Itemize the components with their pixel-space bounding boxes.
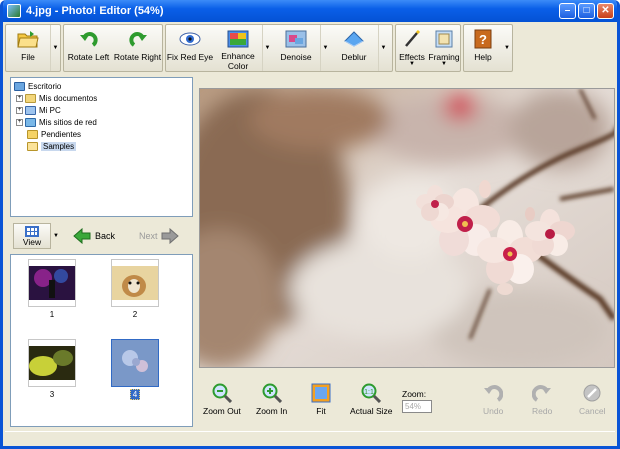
framing-icon [432,28,456,50]
cancel-button[interactable]: Cancel [579,383,605,416]
rotate-right-button[interactable]: Rotate Right [113,25,162,71]
framing-dropdown-arrow[interactable]: ▼ [441,59,447,69]
computer-icon [25,105,36,115]
framing-button[interactable]: Framing ▼ [428,25,460,71]
actual-size-icon: 1:1 [361,383,382,403]
minimize-button[interactable]: – [559,3,576,19]
close-button[interactable]: ✕ [597,3,614,19]
back-button[interactable]: Back [73,228,115,244]
deblur-button[interactable]: Deblur [330,25,378,71]
folder-open-icon [27,141,38,151]
network-icon [25,117,36,127]
svg-text:1:1: 1:1 [364,389,374,396]
thumbnail-3[interactable] [28,339,76,387]
undo-icon [483,383,504,403]
folder-tree[interactable]: Escritorio + Mis documentos + Mi PC + Mi… [10,77,193,217]
documents-folder-icon [25,93,36,103]
thumbnail-label-selected: 4 [111,389,159,400]
help-book-icon: ? [471,28,495,50]
view-dropdown-arrow[interactable]: ▼ [53,233,59,239]
file-dropdown-arrow[interactable]: ▼ [50,25,60,71]
deblur-icon [342,28,366,50]
zoom-control: Zoom: 54% [402,389,432,413]
thumbnail-panel[interactable]: 1 2 3 4 [10,254,193,427]
maximize-button[interactable]: □ [578,3,595,19]
thumbnail-image [29,346,75,380]
folder-open-icon [16,28,40,50]
tree-item-escritorio[interactable]: Escritorio [11,80,192,92]
expand-icon[interactable]: + [16,94,23,102]
navigation-bar: View ▼ Back Next [10,222,193,250]
enhance-dropdown-arrow[interactable]: ▼ [262,25,272,71]
app-icon [7,4,21,18]
fit-icon [311,383,331,403]
title-bar[interactable]: 4.jpg - Photo! Editor (54%) – □ ✕ [3,0,617,22]
view-grid-icon [25,225,39,237]
thumbnail-label: 3 [49,390,55,399]
desktop-icon [14,81,25,91]
eye-icon [178,28,202,50]
magic-wand-icon [400,28,424,50]
thumbnail-image [112,340,158,386]
zoom-input[interactable]: 54% [402,400,432,413]
thumbnail-label: 2 [132,310,138,319]
image-viewer[interactable] [199,88,615,368]
zoom-in-icon [262,383,282,403]
thumbnail-label: 1 [49,310,55,319]
next-arrow-icon [161,228,180,244]
effects-dropdown-arrow[interactable]: ▼ [409,59,415,69]
help-button[interactable]: ? Help [464,25,502,71]
app-window: 4.jpg - Photo! Editor (54%) – □ ✕ File ▼… [0,0,620,449]
next-button[interactable]: Next [139,228,180,244]
redo-button[interactable]: Redo [532,383,552,416]
main-photo [200,89,614,367]
denoise-dropdown-arrow[interactable]: ▼ [320,25,330,71]
back-arrow-icon [73,228,91,244]
help-dropdown-arrow[interactable]: ▼ [502,25,512,71]
thumbnail-image [29,266,75,300]
tree-item-mi-pc[interactable]: + Mi PC [11,104,192,116]
thumbnail-image [112,266,158,300]
zoom-in-button[interactable]: Zoom In [256,383,287,416]
fit-button[interactable]: Fit [311,383,331,416]
rotate-right-icon [126,28,150,50]
effects-button[interactable]: Effects ▼ [396,25,428,71]
fix-red-eye-button[interactable]: Fix Red Eye [166,25,214,71]
status-bar [5,431,615,445]
expand-icon[interactable]: + [16,106,23,114]
folder-icon [27,129,38,139]
denoise-button[interactable]: Denoise [272,25,320,71]
denoise-icon [284,28,308,50]
actual-size-button[interactable]: 1:1 Actual Size [350,383,393,416]
rotate-left-icon [77,28,101,50]
file-button[interactable]: File [6,25,50,71]
redo-icon [532,383,552,403]
zoom-label: Zoom: [402,389,427,399]
bottom-toolbar: Zoom Out Zoom In Fit 1:1 Actual Size Zoo… [199,383,615,427]
tree-item-samples[interactable]: Samples [11,140,192,152]
svg-text:?: ? [479,32,487,47]
cancel-icon [582,383,602,403]
enhance-color-icon [226,28,250,49]
zoom-out-button[interactable]: Zoom Out [203,383,241,416]
deblur-dropdown-arrow[interactable]: ▼ [378,25,388,71]
expand-icon[interactable]: + [16,118,23,126]
thumbnail-2[interactable] [111,259,159,307]
toolbar: File ▼ Rotate Left Rotate Right Fix Red … [5,24,615,74]
undo-button[interactable]: Undo [483,383,503,416]
thumbnail-4[interactable] [111,339,159,387]
tree-item-mis-sitios-de-red[interactable]: + Mis sitios de red [11,116,192,128]
zoom-out-icon [212,383,232,403]
window-title: 4.jpg - Photo! Editor (54%) [26,5,164,17]
enhance-color-button[interactable]: Enhance Color [214,25,262,71]
thumbnail-1[interactable] [28,259,76,307]
tree-item-pendientes[interactable]: Pendientes [11,128,192,140]
tree-item-mis-documentos[interactable]: + Mis documentos [11,92,192,104]
view-button[interactable]: View [13,223,51,249]
rotate-left-button[interactable]: Rotate Left [64,25,113,71]
